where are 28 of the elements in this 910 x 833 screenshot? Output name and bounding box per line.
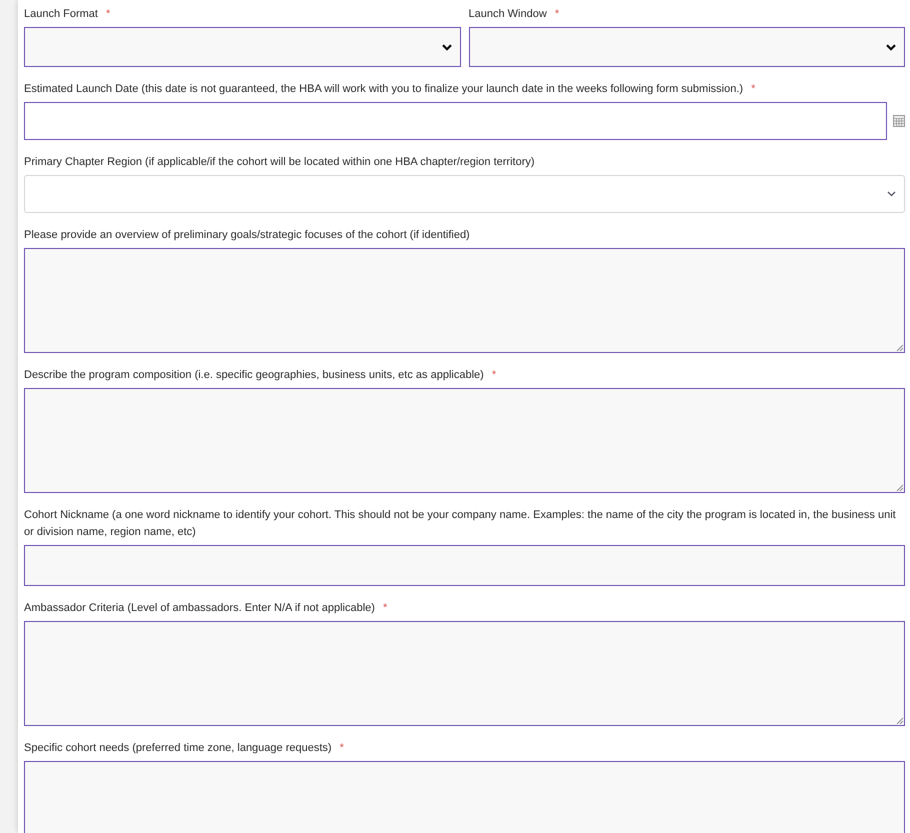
required-mark: * bbox=[492, 369, 496, 381]
field-label: Primary Chapter Region (if applicable/if the cohort will be located within one HBA chapter/region territory) bbox=[24, 156, 535, 168]
text-area[interactable] bbox=[24, 388, 905, 493]
field-label: Estimated Launch Date (this date is not guaranteed, the HBA will work with you to finalize your launch date in the weeks following form submission.) bbox=[24, 83, 744, 95]
field-label: Ambassador Criteria (Level of ambassadors. Enter N/A if not applicable) bbox=[24, 602, 375, 614]
select-field[interactable] bbox=[468, 27, 905, 67]
text-input[interactable] bbox=[24, 545, 905, 586]
required-mark: * bbox=[554, 8, 560, 20]
select-field[interactable] bbox=[24, 27, 460, 67]
field-label: Launch Format bbox=[24, 8, 98, 20]
required-mark: * bbox=[383, 602, 388, 614]
required-mark: * bbox=[340, 742, 344, 754]
text-area[interactable] bbox=[24, 248, 905, 353]
resize-handle-icon[interactable] bbox=[896, 484, 903, 491]
field-label: Describe the program composition (i.e. specific geographies, business units, etc as applicable) bbox=[24, 369, 484, 381]
field-label: Specific cohort needs (preferred time zone, language requests) bbox=[24, 742, 332, 754]
field-label: Cohort Nickname (a one word nickname to identify your cohort. This should not be your company name. Examples: the name of the city the program is located in, the business unit or division name, region name, etc) bbox=[24, 509, 896, 538]
chevron-down-icon bbox=[887, 191, 896, 197]
required-mark: * bbox=[751, 83, 756, 95]
chevron-down-icon bbox=[886, 44, 896, 50]
field-label: Please provide an overview of preliminary goals/strategic focuses of the cohort (if identified) bbox=[24, 229, 470, 241]
resize-handle-icon[interactable] bbox=[896, 717, 903, 724]
date-field[interactable] bbox=[24, 102, 887, 140]
text-area[interactable] bbox=[24, 621, 905, 726]
chevron-down-icon bbox=[442, 44, 452, 50]
required-mark: * bbox=[106, 8, 110, 20]
field-label: Launch Window bbox=[468, 8, 547, 20]
resize-handle-icon[interactable] bbox=[896, 344, 903, 351]
